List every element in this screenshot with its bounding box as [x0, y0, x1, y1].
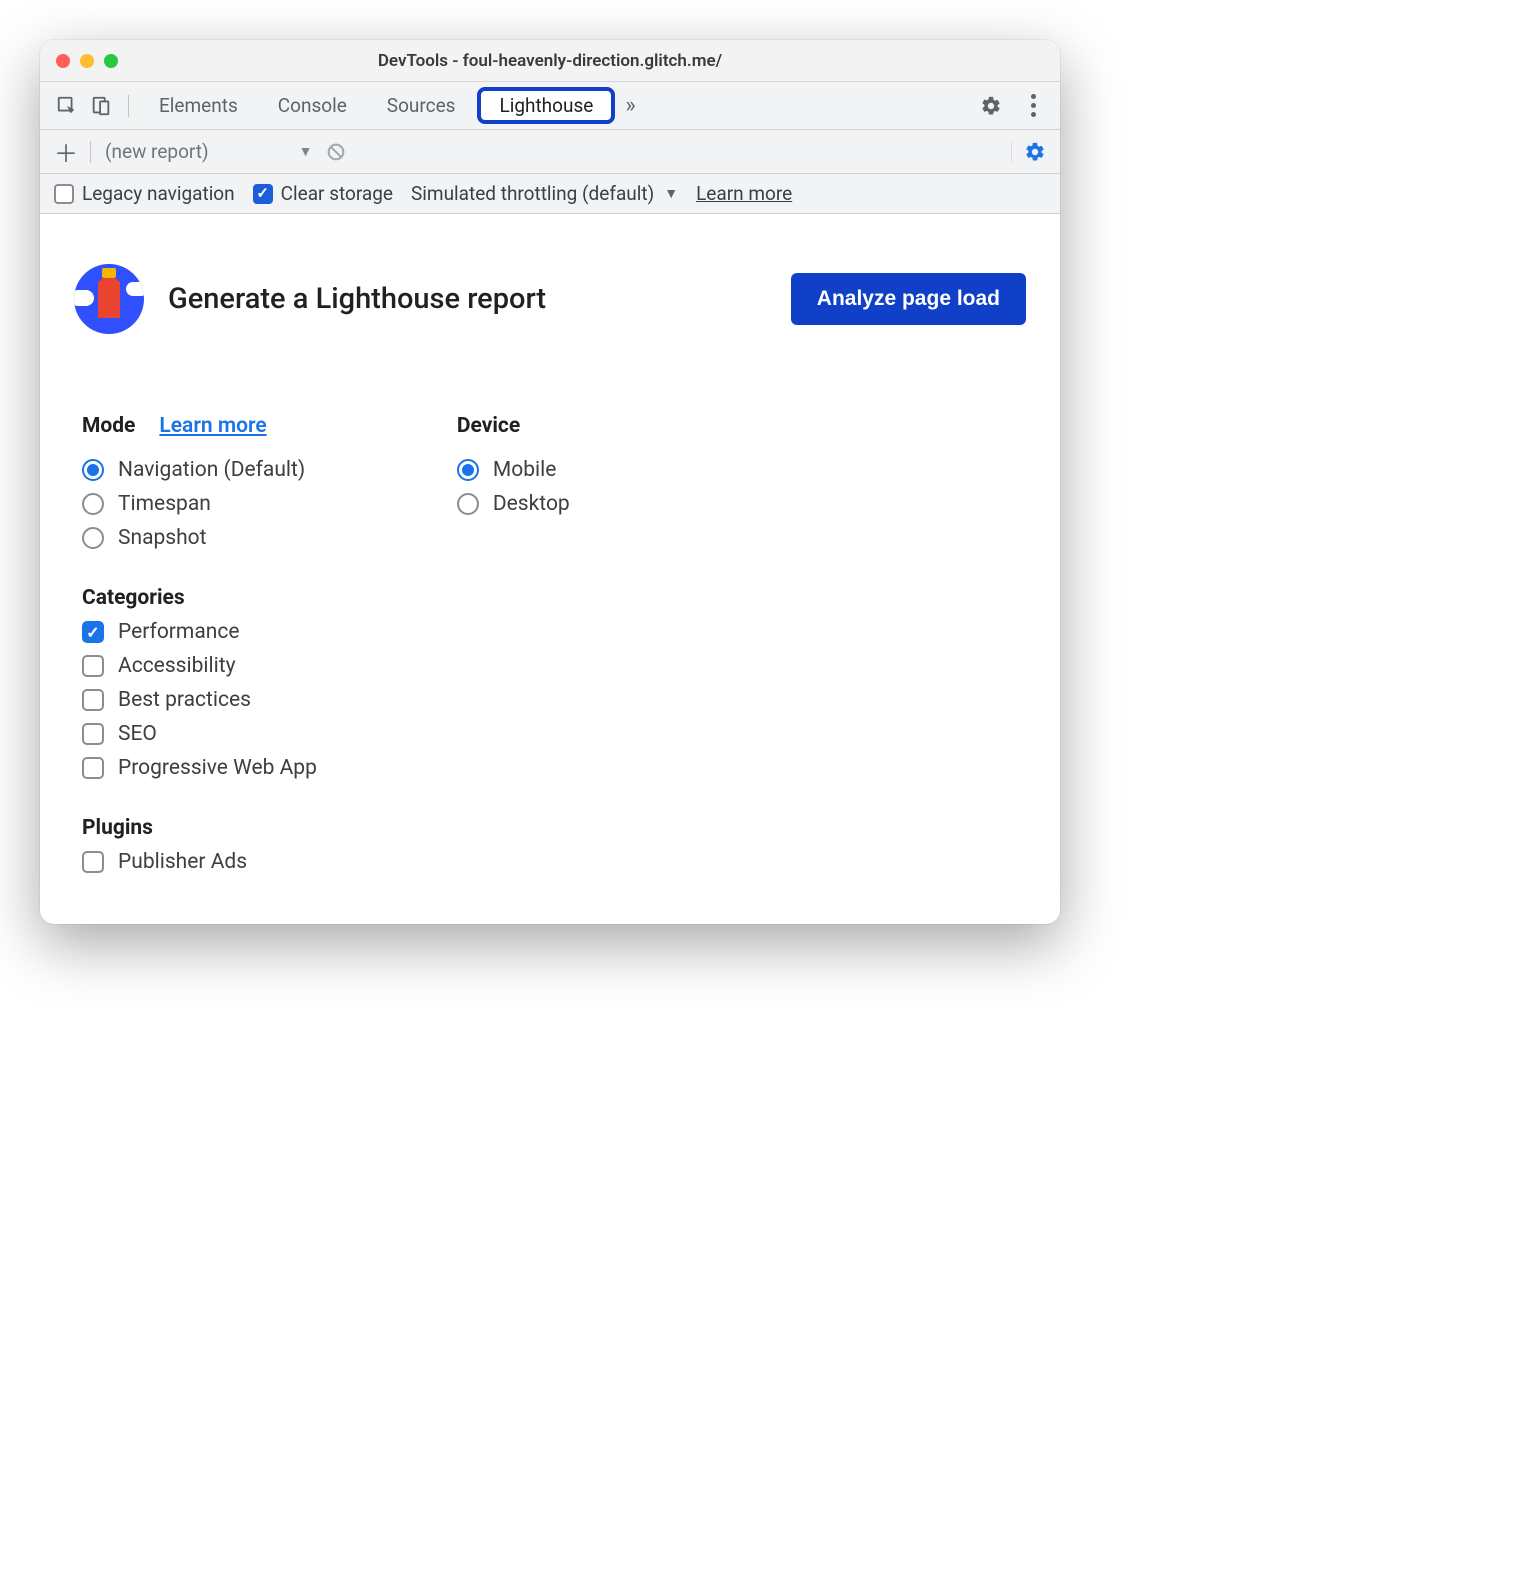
right-column: Device Mobile Desktop	[457, 414, 570, 884]
legacy-navigation-label: Legacy navigation	[82, 182, 235, 205]
tab-sources[interactable]: Sources	[369, 88, 474, 123]
plugin-publisher-ads[interactable]: Publisher Ads	[82, 850, 317, 874]
mode-option-snapshot[interactable]: Snapshot	[82, 526, 317, 550]
tab-console[interactable]: Console	[260, 88, 365, 123]
maximize-window-button[interactable]	[104, 54, 118, 68]
radio-icon	[82, 493, 104, 515]
lighthouse-toolbar: ＋ (new report) ▼	[40, 130, 1060, 174]
devtools-window: DevTools - foul-heavenly-direction.glitc…	[40, 40, 1060, 924]
chevron-down-icon: ▼	[299, 143, 313, 160]
checkbox-icon	[82, 621, 104, 643]
throttling-learn-more-link[interactable]: Learn more	[696, 182, 792, 205]
category-pwa[interactable]: Progressive Web App	[82, 756, 317, 780]
lighthouse-logo-icon	[74, 264, 144, 334]
hero-row: Generate a Lighthouse report Analyze pag…	[74, 264, 1026, 334]
minimize-window-button[interactable]	[80, 54, 94, 68]
inspect-element-icon[interactable]	[52, 91, 82, 121]
category-seo[interactable]: SEO	[82, 722, 317, 746]
report-selector-label: (new report)	[105, 140, 209, 163]
divider	[1011, 141, 1012, 163]
lighthouse-options-strip: Legacy navigation Clear storage Simulate…	[40, 174, 1060, 214]
checkbox-icon	[82, 757, 104, 779]
window-title: DevTools - foul-heavenly-direction.glitc…	[40, 51, 1060, 71]
lighthouse-panel: Generate a Lighthouse report Analyze pag…	[40, 214, 1060, 924]
checkbox-icon	[82, 723, 104, 745]
checkbox-icon	[82, 851, 104, 873]
new-report-button[interactable]: ＋	[54, 134, 78, 169]
analyze-page-load-button[interactable]: Analyze page load	[791, 273, 1026, 325]
radio-label: Mobile	[493, 458, 556, 482]
clear-disabled-icon	[325, 141, 347, 163]
radio-icon	[82, 459, 104, 481]
clear-storage-checkbox[interactable]: Clear storage	[253, 182, 393, 205]
chevron-down-icon: ▼	[664, 185, 678, 202]
left-column: Mode Learn more Navigation (Default) Tim…	[82, 414, 317, 884]
divider	[128, 95, 129, 117]
hero-title: Generate a Lighthouse report	[168, 282, 767, 316]
radio-label: Desktop	[493, 492, 570, 516]
throttling-selector[interactable]: Simulated throttling (default) ▼	[411, 182, 678, 205]
radio-label: Navigation (Default)	[118, 458, 305, 482]
categories-title: Categories	[82, 586, 317, 610]
category-performance[interactable]: Performance	[82, 620, 317, 644]
radio-icon	[457, 493, 479, 515]
titlebar: DevTools - foul-heavenly-direction.glitc…	[40, 40, 1060, 82]
device-toolbar-icon[interactable]	[86, 91, 116, 121]
radio-icon	[457, 459, 479, 481]
lighthouse-settings-icon[interactable]	[1024, 141, 1046, 163]
category-best-practices[interactable]: Best practices	[82, 688, 317, 712]
divider	[90, 141, 91, 163]
tab-lighthouse[interactable]: Lighthouse	[477, 87, 615, 124]
config-columns: Mode Learn more Navigation (Default) Tim…	[74, 414, 1026, 884]
mode-option-navigation[interactable]: Navigation (Default)	[82, 458, 317, 482]
clear-storage-label: Clear storage	[281, 182, 393, 205]
checkbox-label: Performance	[118, 620, 239, 644]
more-menu-icon[interactable]	[1018, 91, 1048, 121]
checkbox-label: Publisher Ads	[118, 850, 247, 874]
throttling-label: Simulated throttling (default)	[411, 182, 654, 205]
checkbox-label: Accessibility	[118, 654, 236, 678]
radio-icon	[82, 527, 104, 549]
checkbox-icon	[82, 655, 104, 677]
close-window-button[interactable]	[56, 54, 70, 68]
checkbox-label: Best practices	[118, 688, 251, 712]
report-selector[interactable]: (new report) ▼	[105, 140, 313, 163]
plugins-title: Plugins	[82, 816, 317, 840]
settings-gear-icon[interactable]	[976, 91, 1006, 121]
device-option-mobile[interactable]: Mobile	[457, 458, 570, 482]
checkbox-icon	[54, 184, 74, 204]
device-option-desktop[interactable]: Desktop	[457, 492, 570, 516]
mode-learn-more-link[interactable]: Learn more	[159, 414, 266, 438]
checkbox-icon	[82, 689, 104, 711]
device-title: Device	[457, 414, 520, 438]
checkbox-label: SEO	[118, 722, 157, 746]
checkbox-icon	[253, 184, 273, 204]
tabs-overflow-icon[interactable]: »	[619, 93, 641, 118]
radio-label: Timespan	[118, 492, 211, 516]
checkbox-label: Progressive Web App	[118, 756, 317, 780]
mode-title: Mode	[82, 414, 135, 438]
window-controls	[56, 54, 118, 68]
legacy-navigation-checkbox[interactable]: Legacy navigation	[54, 182, 235, 205]
tab-elements[interactable]: Elements	[141, 88, 256, 123]
radio-label: Snapshot	[118, 526, 207, 550]
mode-option-timespan[interactable]: Timespan	[82, 492, 317, 516]
category-accessibility[interactable]: Accessibility	[82, 654, 317, 678]
devtools-tabs-row: Elements Console Sources Lighthouse »	[40, 82, 1060, 130]
